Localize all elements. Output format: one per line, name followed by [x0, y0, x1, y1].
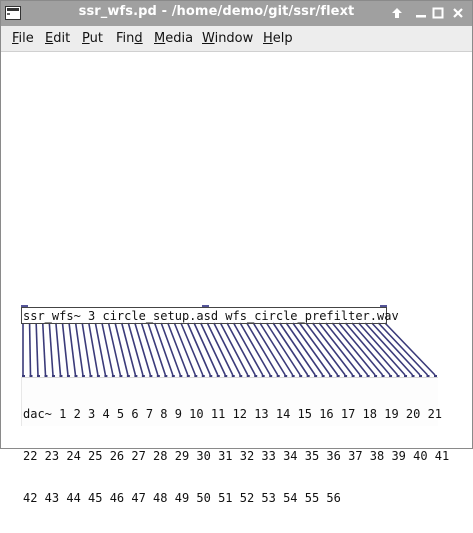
menu-bar: File Edit Put Find Media Window Help — [1, 26, 472, 52]
patch-cord[interactable] — [384, 322, 436, 376]
close-button[interactable] — [448, 4, 468, 23]
ssr-wfs-object[interactable]: ssr_wfs~ 3 circle_setup.asd wfs_circle_p… — [21, 307, 399, 324]
minimize-icon — [416, 15, 426, 18]
menu-edit[interactable]: Edit — [45, 31, 70, 46]
menu-file[interactable]: File — [12, 31, 34, 46]
patch-cord[interactable] — [272, 322, 309, 376]
menu-put[interactable]: Put — [82, 31, 103, 46]
patch-cord[interactable] — [61, 322, 69, 376]
menu-help[interactable]: Help — [263, 31, 293, 46]
patch-cord[interactable] — [358, 322, 406, 376]
dac-object-line-3: 42 43 44 45 46 47 48 49 50 51 52 53 54 5… — [23, 491, 341, 505]
patch-cord[interactable] — [74, 322, 84, 376]
patch-cord[interactable] — [265, 322, 301, 376]
patch-cord[interactable] — [213, 322, 241, 376]
patch-cord[interactable] — [107, 322, 122, 376]
menu-media[interactable]: Media — [154, 31, 193, 46]
patch-cord[interactable] — [377, 322, 429, 376]
patch-cord[interactable] — [279, 322, 316, 376]
close-icon — [453, 8, 463, 18]
maximize-button[interactable] — [428, 4, 448, 23]
dac-object-line-2: 22 23 24 25 26 27 28 29 30 31 32 33 34 3… — [23, 449, 450, 463]
patch-cord[interactable] — [127, 322, 144, 376]
menu-window[interactable]: Window — [202, 31, 253, 46]
up-arrow-icon — [392, 8, 402, 18]
maximize-icon — [432, 7, 444, 19]
patch-cord[interactable] — [81, 322, 92, 376]
patch-cord[interactable] — [35, 322, 39, 376]
title-bar[interactable]: ssr_wfs.pd - /home/demo/git/ssr/flext — [1, 1, 472, 26]
patch-cord[interactable] — [28, 322, 32, 376]
patch-cord[interactable] — [364, 322, 414, 376]
dac-object[interactable]: dac~ 1 2 3 4 5 6 7 8 9 10 11 12 13 14 15… — [21, 377, 449, 505]
patch-cord[interactable] — [140, 322, 159, 376]
patch-cord[interactable] — [193, 322, 219, 376]
patch-cord[interactable] — [48, 322, 54, 376]
patch-cord[interactable] — [134, 322, 152, 376]
patch-cord[interactable] — [199, 322, 226, 376]
patch-cord[interactable] — [351, 322, 399, 376]
patch-canvas[interactable]: ssr_wfs~ 3 circle_setup.asd wfs_circle_p… — [3, 53, 470, 505]
patch-cord[interactable] — [206, 322, 234, 376]
patch-cord[interactable] — [120, 322, 137, 376]
menu-find[interactable]: Find — [116, 31, 143, 46]
pd-window: ssr_wfs.pd - /home/demo/git/ssr/flext Fi… — [0, 0, 473, 505]
patch-cord[interactable] — [114, 322, 129, 376]
patch-cord[interactable] — [55, 322, 62, 376]
patch-cord[interactable] — [371, 322, 421, 376]
patch-cord[interactable] — [219, 322, 249, 376]
patch-cord[interactable] — [41, 322, 47, 376]
patch-cord[interactable] — [68, 322, 77, 376]
raise-window-button[interactable] — [387, 4, 407, 23]
dac-object-line-1: dac~ 1 2 3 4 5 6 7 8 9 10 11 12 13 14 15… — [23, 407, 443, 421]
